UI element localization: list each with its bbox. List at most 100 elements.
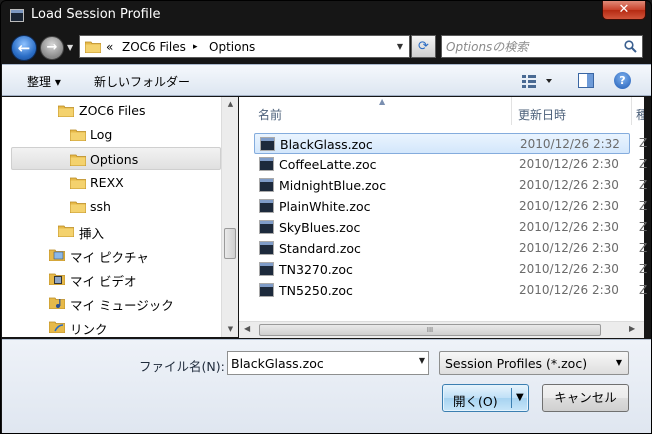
file-name: MidnightBlue.zoc bbox=[279, 178, 387, 193]
file-type: Z bbox=[639, 157, 648, 171]
new-folder-button[interactable]: 新しいフォルダー bbox=[94, 73, 190, 90]
preview-pane-icon[interactable] bbox=[578, 73, 594, 88]
scroll-up-icon[interactable]: ▲ bbox=[222, 100, 239, 108]
filetype-select[interactable]: Session Profiles (*.zoc) ▼ bbox=[439, 351, 629, 375]
nav-item-label: ZOC6 Files bbox=[79, 103, 146, 118]
load-session-profile-dialog: Load Session Profile ✕ ← → ▼ « ZOC6 File… bbox=[0, 0, 652, 434]
column-header-modified[interactable]: 更新日時 bbox=[512, 97, 632, 125]
folder-icon bbox=[70, 177, 86, 189]
file-row[interactable]: TN3270.zoc 2010/12/26 2:30 bbox=[254, 259, 630, 280]
organize-button[interactable]: 整理 ▾ bbox=[27, 73, 61, 90]
breadcrumb-separator-icon[interactable]: ▸ bbox=[193, 42, 198, 52]
refresh-button[interactable]: ⟳ bbox=[411, 35, 436, 58]
sort-ascending-icon: ▲ bbox=[379, 97, 386, 106]
file-type: Z bbox=[639, 241, 648, 255]
nav-item-label: Options bbox=[90, 152, 139, 167]
scroll-right-icon[interactable]: ▶ bbox=[629, 324, 635, 333]
file-modified: 2010/12/26 2:30 bbox=[519, 178, 619, 192]
command-toolbar: 整理 ▾ 新しいフォルダー ? bbox=[2, 64, 651, 96]
cancel-button[interactable]: キャンセル bbox=[542, 384, 629, 412]
videos-folder-icon bbox=[49, 273, 65, 285]
filename-combobox[interactable]: ▼ bbox=[227, 351, 429, 375]
zoc-file-icon bbox=[259, 283, 274, 297]
search-icon bbox=[624, 40, 637, 53]
filename-input[interactable] bbox=[231, 355, 406, 371]
close-button[interactable]: ✕ bbox=[602, 1, 646, 20]
view-options-icon[interactable] bbox=[522, 73, 554, 89]
column-header-name[interactable]: 名前 bbox=[239, 97, 512, 125]
nav-item-options[interactable]: Options bbox=[11, 147, 221, 170]
file-row[interactable]: PlainWhite.zoc 2010/12/26 2:30 bbox=[254, 196, 630, 217]
folder-icon bbox=[58, 225, 74, 237]
file-modified: 2010/12/26 2:32 bbox=[520, 137, 620, 151]
filename-label: ファイル名(N): bbox=[139, 359, 225, 374]
pictures-folder-icon bbox=[49, 249, 65, 261]
file-row[interactable]: SkyBlues.zoc 2010/12/26 2:30 bbox=[254, 217, 630, 238]
scrollbar-thumb[interactable]: III bbox=[259, 324, 601, 336]
file-name: SkyBlues.zoc bbox=[279, 220, 361, 235]
chevron-down-icon[interactable]: ▼ bbox=[419, 356, 425, 365]
file-type: Z bbox=[639, 283, 648, 297]
window-title: Load Session Profile bbox=[31, 7, 161, 22]
open-button-label: 開く(O) bbox=[453, 394, 498, 409]
file-name: CoffeeLatte.zoc bbox=[279, 157, 377, 172]
nav-item-label: 挿入 bbox=[79, 226, 105, 241]
address-dropdown-icon[interactable]: ▼ bbox=[391, 36, 409, 57]
nav-item-label: Log bbox=[90, 127, 113, 142]
navigation-pane: ZOC6 Files Log Options REXX ssh 挿入 マイ ピク… bbox=[2, 97, 238, 337]
navigation-pane-scrollbar[interactable]: ▲ ▼ bbox=[221, 97, 238, 337]
file-modified: 2010/12/26 2:30 bbox=[519, 262, 619, 276]
file-name: Standard.zoc bbox=[279, 241, 361, 256]
breadcrumb-options[interactable]: Options bbox=[209, 40, 255, 54]
open-options-dropdown-icon[interactable]: ▼ bbox=[516, 392, 524, 403]
recent-pages-dropdown[interactable]: ▼ bbox=[67, 43, 73, 52]
file-row[interactable]: CoffeeLatte.zoc 2010/12/26 2:30 bbox=[254, 154, 630, 175]
file-modified: 2010/12/26 2:30 bbox=[519, 241, 619, 255]
nav-item-label: マイ ビデオ bbox=[70, 274, 137, 289]
zoc-file-icon bbox=[259, 220, 274, 234]
file-list-horizontal-scrollbar[interactable]: ◀ III ▶ bbox=[239, 321, 644, 338]
search-box[interactable] bbox=[441, 35, 643, 58]
file-modified: 2010/12/26 2:30 bbox=[519, 220, 619, 234]
nav-item-label: リンク bbox=[70, 322, 108, 337]
file-modified: 2010/12/26 2:30 bbox=[519, 157, 619, 171]
scroll-down-icon[interactable]: ▼ bbox=[222, 325, 239, 333]
zoc-file-icon bbox=[260, 137, 275, 151]
file-list: 名前 ▲ 更新日時 種 BlackGlass.zoc 2010/12/26 2:… bbox=[239, 97, 648, 337]
nav-item-label: マイ ミュージック bbox=[70, 298, 174, 313]
split-divider bbox=[511, 388, 512, 408]
file-type: Z bbox=[639, 220, 648, 234]
nav-item-label: マイ ピクチャ bbox=[70, 250, 149, 265]
file-type: Z bbox=[639, 136, 648, 150]
nav-item-label: ssh bbox=[90, 199, 111, 214]
search-input[interactable] bbox=[446, 38, 616, 55]
file-name: BlackGlass.zoc bbox=[280, 137, 373, 152]
file-row[interactable]: BlackGlass.zoc 2010/12/26 2:32 bbox=[254, 133, 630, 154]
scrollbar-thumb[interactable] bbox=[224, 228, 236, 259]
back-button[interactable]: ← bbox=[11, 35, 37, 61]
zoc-file-icon bbox=[259, 241, 274, 255]
address-bar[interactable]: « ZOC6 Files ▸ Options ▼ bbox=[79, 35, 410, 58]
filetype-value: Session Profiles (*.zoc) bbox=[445, 356, 588, 371]
music-folder-icon bbox=[49, 297, 65, 309]
file-row[interactable]: MidnightBlue.zoc 2010/12/26 2:30 bbox=[254, 175, 630, 196]
file-row[interactable]: Standard.zoc 2010/12/26 2:30 bbox=[254, 238, 630, 259]
breadcrumb-zoc6-files[interactable]: ZOC6 Files bbox=[122, 40, 186, 54]
breadcrumb-root-chevron[interactable]: « bbox=[106, 40, 113, 54]
scroll-left-icon[interactable]: ◀ bbox=[244, 324, 250, 333]
folder-icon bbox=[70, 129, 86, 141]
file-name: TN3270.zoc bbox=[279, 262, 353, 277]
folder-icon bbox=[58, 105, 74, 117]
help-icon[interactable]: ? bbox=[614, 72, 631, 89]
file-name: TN5250.zoc bbox=[279, 283, 353, 298]
folder-icon bbox=[70, 154, 86, 166]
links-folder-icon bbox=[49, 321, 65, 333]
arrow-right-icon: → bbox=[46, 40, 58, 55]
open-button[interactable]: 開く(O) ▼ bbox=[442, 384, 529, 412]
folder-icon bbox=[85, 41, 101, 53]
column-header-type[interactable]: 種 bbox=[632, 97, 644, 125]
forward-button[interactable]: → bbox=[40, 36, 64, 60]
file-type: Z bbox=[639, 262, 648, 276]
app-window-icon bbox=[10, 9, 24, 22]
file-row[interactable]: TN5250.zoc 2010/12/26 2:30 bbox=[254, 280, 630, 301]
